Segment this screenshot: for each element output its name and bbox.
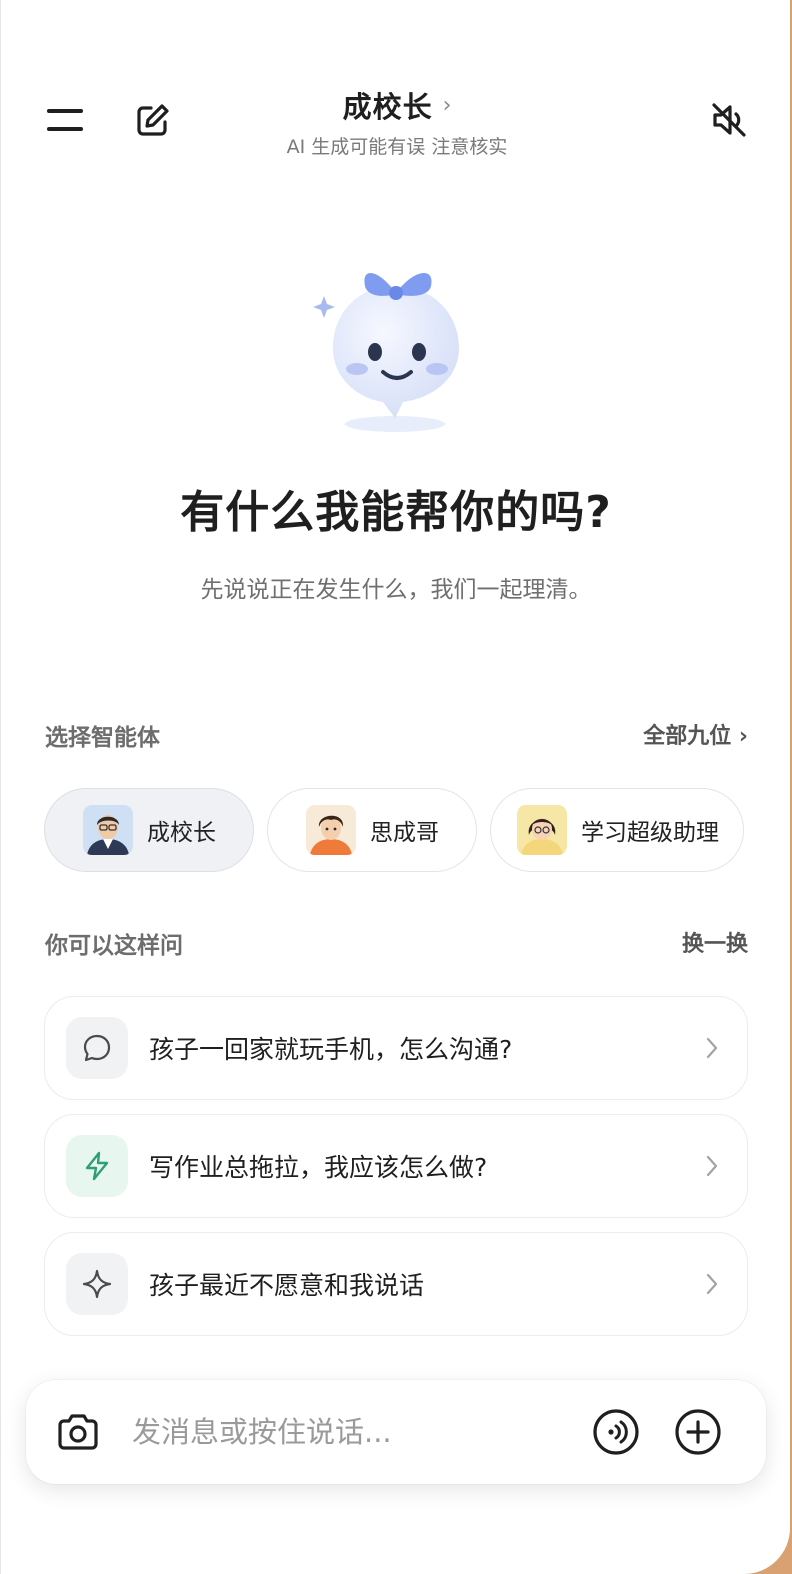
agent-name: 学习超级助理 [581, 820, 719, 846]
menu-button[interactable] [39, 96, 91, 144]
all-agents-link[interactable]: 全部九位 › [643, 718, 748, 750]
new-chat-button[interactable] [129, 96, 177, 144]
lightning-icon [66, 1135, 128, 1197]
page-title: 成校长 [342, 90, 433, 124]
sparkle-icon [66, 1253, 128, 1315]
avatar [517, 805, 567, 855]
voice-call-icon [593, 1409, 639, 1455]
welcome-subline: 先说说正在发生什么，我们一起理清。 [200, 577, 592, 603]
plus-icon [675, 1409, 721, 1455]
welcome-headline: 有什么我能帮你的吗? [180, 487, 612, 538]
avatar [83, 805, 133, 855]
add-attachment-button[interactable] [670, 1404, 726, 1460]
chat-title-area: 成校长 › AI 生成可能有误 注意核实 [201, 84, 593, 159]
agent-title-button[interactable]: 成校长 › [343, 84, 452, 126]
message-composer [26, 1380, 766, 1484]
camera-icon [58, 1414, 98, 1450]
agent-name: 成校长 [147, 820, 216, 846]
chat-bubble-icon [66, 1017, 128, 1079]
ai-disclaimer: AI 生成可能有误 注意核实 [286, 136, 508, 158]
mascot-illustration [313, 273, 459, 432]
menu-icon [47, 109, 83, 131]
chevron-right-icon [705, 1154, 719, 1178]
mute-toggle-button[interactable] [701, 96, 757, 144]
agent-chip-si-chengge[interactable]: 思成哥 [267, 788, 477, 872]
message-input[interactable] [130, 1401, 584, 1463]
avatar [306, 805, 356, 855]
app-screen: 成校长 › AI 生成可能有误 注意核实 有什么我能帮你的吗? 先说说正在发生什… [0, 0, 790, 1574]
suggestion-item[interactable]: 写作业总拖拉，我应该怎么做? [44, 1114, 748, 1218]
chevron-right-icon: › [442, 92, 452, 118]
voice-call-button[interactable] [588, 1404, 644, 1460]
agent-chip-cheng-xiaozhang[interactable]: 成校长 [44, 788, 254, 872]
suggestion-text: 孩子一回家就玩手机，怎么沟通? [149, 1035, 513, 1064]
refresh-suggestions-link[interactable]: 换一换 [682, 926, 748, 958]
speaker-muted-icon [712, 103, 746, 137]
camera-button[interactable] [50, 1404, 106, 1460]
agents-section-label: 选择智能体 [45, 725, 160, 751]
suggestion-item[interactable]: 孩子一回家就玩手机，怎么沟通? [44, 996, 748, 1100]
suggestion-item[interactable]: 孩子最近不愿意和我说话 [44, 1232, 748, 1336]
suggestion-text: 写作业总拖拉，我应该怎么做? [149, 1153, 488, 1182]
agent-chip-study-assistant[interactable]: 学习超级助理 [490, 788, 744, 872]
chevron-right-icon [705, 1272, 719, 1296]
suggestions-section-label: 你可以这样问 [45, 933, 183, 959]
edit-icon [137, 104, 169, 136]
chevron-right-icon [705, 1036, 719, 1060]
suggestion-text: 孩子最近不愿意和我说话 [149, 1271, 425, 1300]
agent-name: 思成哥 [370, 820, 439, 846]
